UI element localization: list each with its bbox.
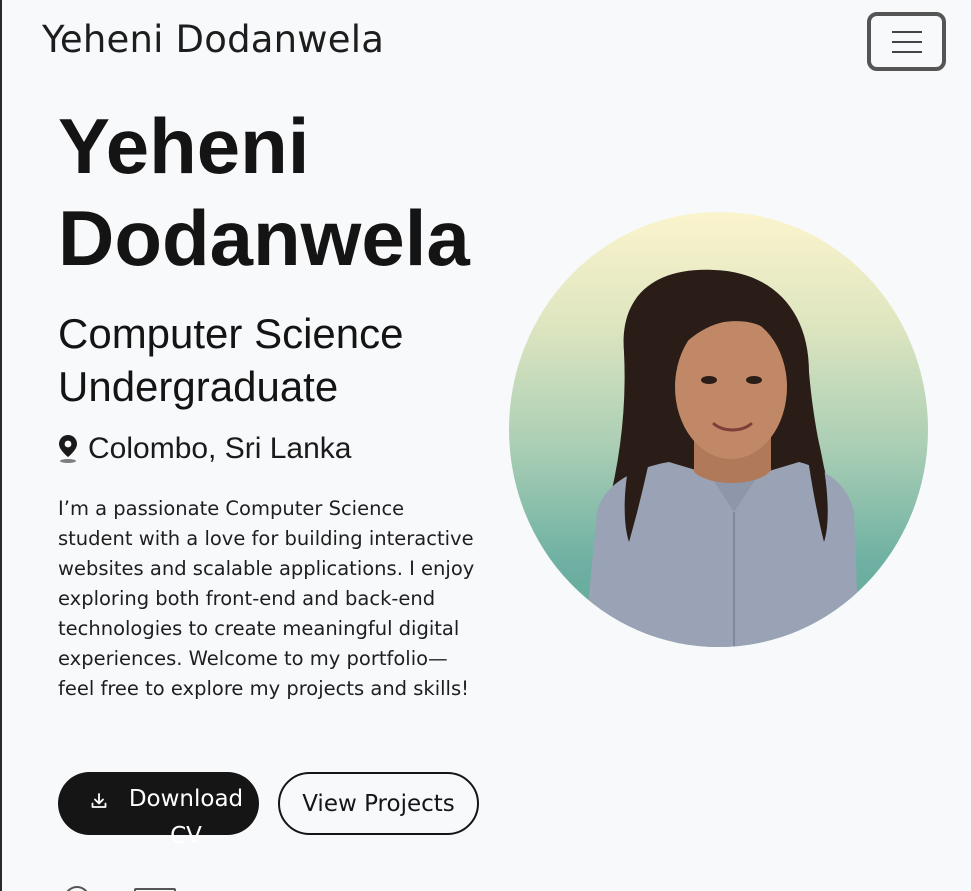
social-icons-peek (58, 884, 188, 891)
hamburger-menu-icon (891, 30, 922, 33)
location-text: Colombo, Sri Lanka (88, 432, 352, 465)
view-projects-button[interactable]: View Projects (278, 772, 479, 835)
download-cv-button[interactable]: Download CV (58, 772, 259, 849)
hamburger-menu-icon (891, 50, 922, 53)
profile-photo (509, 212, 928, 647)
download-icon (90, 792, 108, 815)
hero-name: Yeheni Dodanwela (58, 102, 470, 282)
navbar: Yeheni Dodanwela (2, 0, 971, 88)
portfolio-page: Yeheni Dodanwela Yeheni Dodanwela Comput… (0, 0, 971, 891)
download-cv-label: Download CV (128, 785, 244, 849)
brand-link[interactable]: Yeheni Dodanwela (42, 18, 384, 61)
menu-toggle-button[interactable] (867, 12, 946, 71)
location: Colombo, Sri Lanka (58, 432, 351, 466)
map-pin-icon (58, 434, 78, 464)
hero-role: Computer Science Undergraduate (58, 310, 404, 410)
github-icon[interactable] (64, 886, 90, 891)
hamburger-menu-icon (891, 40, 922, 43)
bio-text: I’m a passionate Computer Science studen… (58, 497, 475, 700)
